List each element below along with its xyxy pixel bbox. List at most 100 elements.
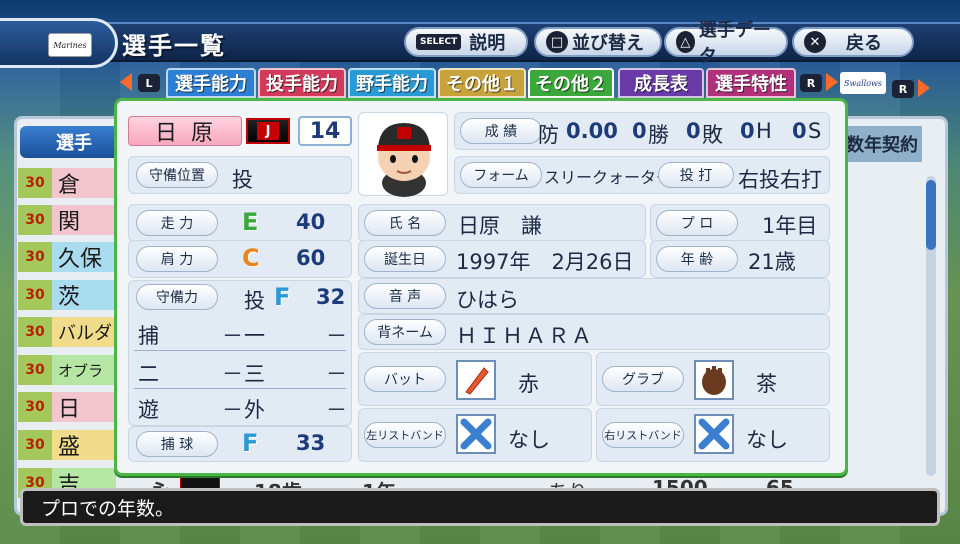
cross-key-icon: ✕: [804, 31, 826, 53]
wins-unit: 勝: [648, 123, 669, 147]
explain-label: 説明: [469, 33, 506, 54]
speed-value: 40: [296, 210, 326, 234]
pos-outfield: 外: [244, 398, 265, 422]
player-data-button[interactable]: △ 選手データ: [664, 20, 788, 67]
list-item[interactable]: 30 オブラ: [18, 353, 116, 387]
catch-label: 捕 球: [136, 431, 218, 457]
list-item[interactable]: 30 関: [18, 203, 116, 237]
arm-label: 肩 力: [136, 246, 218, 272]
list-item[interactable]: 30 久保: [18, 240, 116, 274]
sort-label: 並び替え: [572, 33, 644, 54]
player-face-icon: [377, 123, 431, 197]
pos-third-value: －: [326, 362, 347, 386]
right-wristband-label: 右リストバンド: [602, 422, 684, 448]
catch-grade: F: [242, 429, 259, 457]
saves-value: 0: [792, 119, 807, 143]
tab-fielder-ability[interactable]: 野手能力: [348, 68, 436, 98]
age-value: 21歳: [748, 250, 796, 274]
voice-label: 音 声: [364, 283, 446, 309]
tab-other-1[interactable]: その他１: [438, 68, 526, 98]
era-prefix: 防: [538, 123, 559, 147]
l-button-icon[interactable]: L: [138, 74, 160, 92]
none-icon: [694, 414, 734, 454]
pro-label: プ ロ: [656, 210, 738, 236]
bat-throw-value: 右投右打: [738, 168, 822, 192]
player-name: 久保: [52, 242, 116, 272]
tab-growth-chart[interactable]: 成長表: [618, 68, 704, 98]
holds-value: 0: [740, 119, 755, 143]
explain-button[interactable]: SELECT 説明: [404, 27, 528, 57]
player-name: 茨: [52, 280, 116, 310]
fielding-value: 32: [316, 285, 346, 309]
level-badge: 30: [18, 317, 52, 347]
player-name: バルダ: [52, 317, 116, 347]
tab-next-arrow-icon[interactable]: [826, 73, 838, 91]
era-value: 0.00: [566, 119, 618, 143]
voice-value: ひはら: [456, 288, 519, 312]
list-scrollbar-thumb[interactable]: [926, 180, 936, 250]
catch-value: 33: [296, 431, 326, 455]
pos-short: 遊: [138, 398, 159, 422]
list-item[interactable]: 30 日: [18, 390, 116, 424]
pos-short-value: －: [222, 398, 243, 422]
player-name: 盛: [52, 430, 116, 460]
glove-icon: [694, 360, 734, 400]
pos-second-value: －: [222, 362, 243, 386]
arm-value: 60: [296, 246, 326, 270]
speed-label: 走 力: [136, 210, 218, 236]
stats-label: 成 績: [460, 118, 542, 144]
losses-unit: 敗: [702, 123, 723, 147]
tab-player-traits[interactable]: 選手特性: [706, 68, 796, 98]
player-data-label: 選手データ: [698, 20, 771, 67]
list-item[interactable]: 30 茨: [18, 278, 116, 312]
birthday-value: 1997年 2月26日: [456, 250, 634, 274]
pos-first-value: －: [326, 324, 347, 348]
pro-years-value: 1年目: [762, 214, 818, 238]
tab-pitcher-ability[interactable]: 投手能力: [258, 68, 346, 98]
pos-catcher: 捕: [138, 324, 159, 348]
list-item[interactable]: 30 倉: [18, 166, 116, 200]
player-name: オブラ: [52, 355, 116, 385]
player-name: 関: [52, 205, 116, 235]
tab-prev-arrow-icon[interactable]: [120, 73, 132, 91]
left-wristband-value: なし: [508, 428, 550, 452]
message-text: プロでの年数。: [41, 497, 175, 520]
saves-unit: S: [808, 119, 822, 143]
player-avatar: [358, 112, 448, 197]
tab-player-ability[interactable]: 選手能力: [166, 68, 256, 98]
fielding-label: 守備力: [136, 284, 218, 310]
position-label: 守備位置: [136, 162, 218, 188]
back-name-value: ＨＩＨＡＲＡ: [456, 324, 594, 348]
position-value: 投: [232, 168, 253, 192]
back-button[interactable]: ✕ 戻る: [792, 27, 914, 57]
r-button-icon-2[interactable]: R: [892, 80, 914, 98]
team-badge-letter: J: [257, 122, 279, 140]
bat-color-value: 赤: [518, 372, 539, 396]
fullname-label: 氏 名: [364, 210, 446, 236]
back-label: 戻る: [846, 33, 882, 54]
form-label: フォーム: [460, 162, 542, 188]
pos-first: 一: [244, 324, 265, 348]
birthday-label: 誕生日: [364, 246, 446, 272]
pos-third: 三: [244, 362, 265, 386]
level-badge: 30: [18, 392, 52, 422]
team-logo: Marines: [48, 33, 92, 57]
pos-outfield-value: －: [326, 398, 347, 422]
left-wristband-label: 左リストバンド: [364, 422, 446, 448]
r-button-icon[interactable]: R: [800, 74, 822, 92]
triangle-key-icon: △: [676, 31, 695, 53]
list-item[interactable]: 30 盛: [18, 428, 116, 462]
screen-title: 選手一覧: [122, 32, 226, 60]
list-header-contract: 数年契約: [842, 126, 922, 162]
tab-other-2[interactable]: その他２: [528, 68, 614, 98]
fielding-position: 投: [244, 289, 265, 313]
right-wristband-value: なし: [746, 428, 788, 452]
divider: [134, 350, 346, 351]
bat-icon: [456, 360, 496, 400]
level-badge: 30: [18, 280, 52, 310]
player-name-box: 日原: [128, 116, 242, 146]
list-item[interactable]: 30 バルダ: [18, 315, 116, 349]
team-next-arrow-icon[interactable]: [918, 79, 930, 97]
divider: [134, 388, 346, 389]
sort-button[interactable]: □ 並び替え: [534, 27, 662, 57]
